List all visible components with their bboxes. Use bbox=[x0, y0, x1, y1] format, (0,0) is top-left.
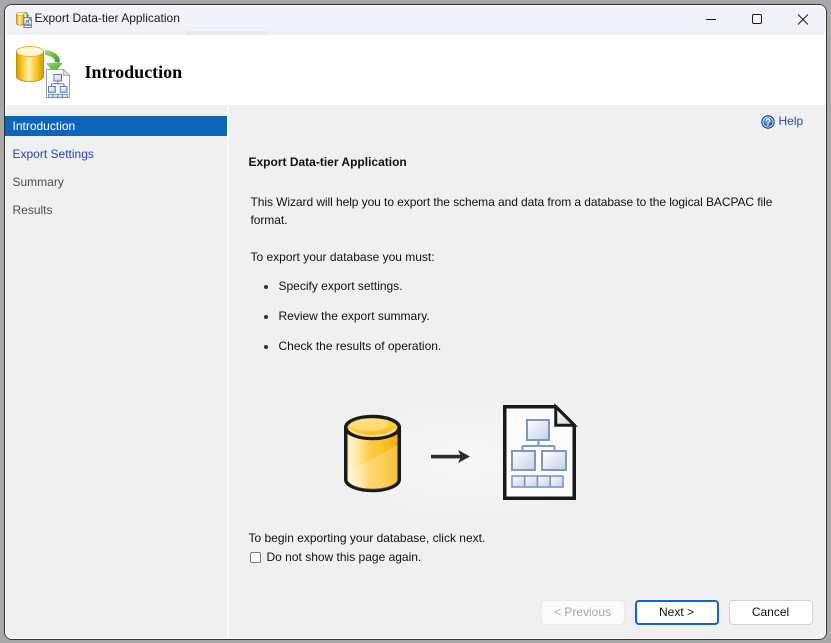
svg-text:?: ? bbox=[764, 117, 770, 128]
